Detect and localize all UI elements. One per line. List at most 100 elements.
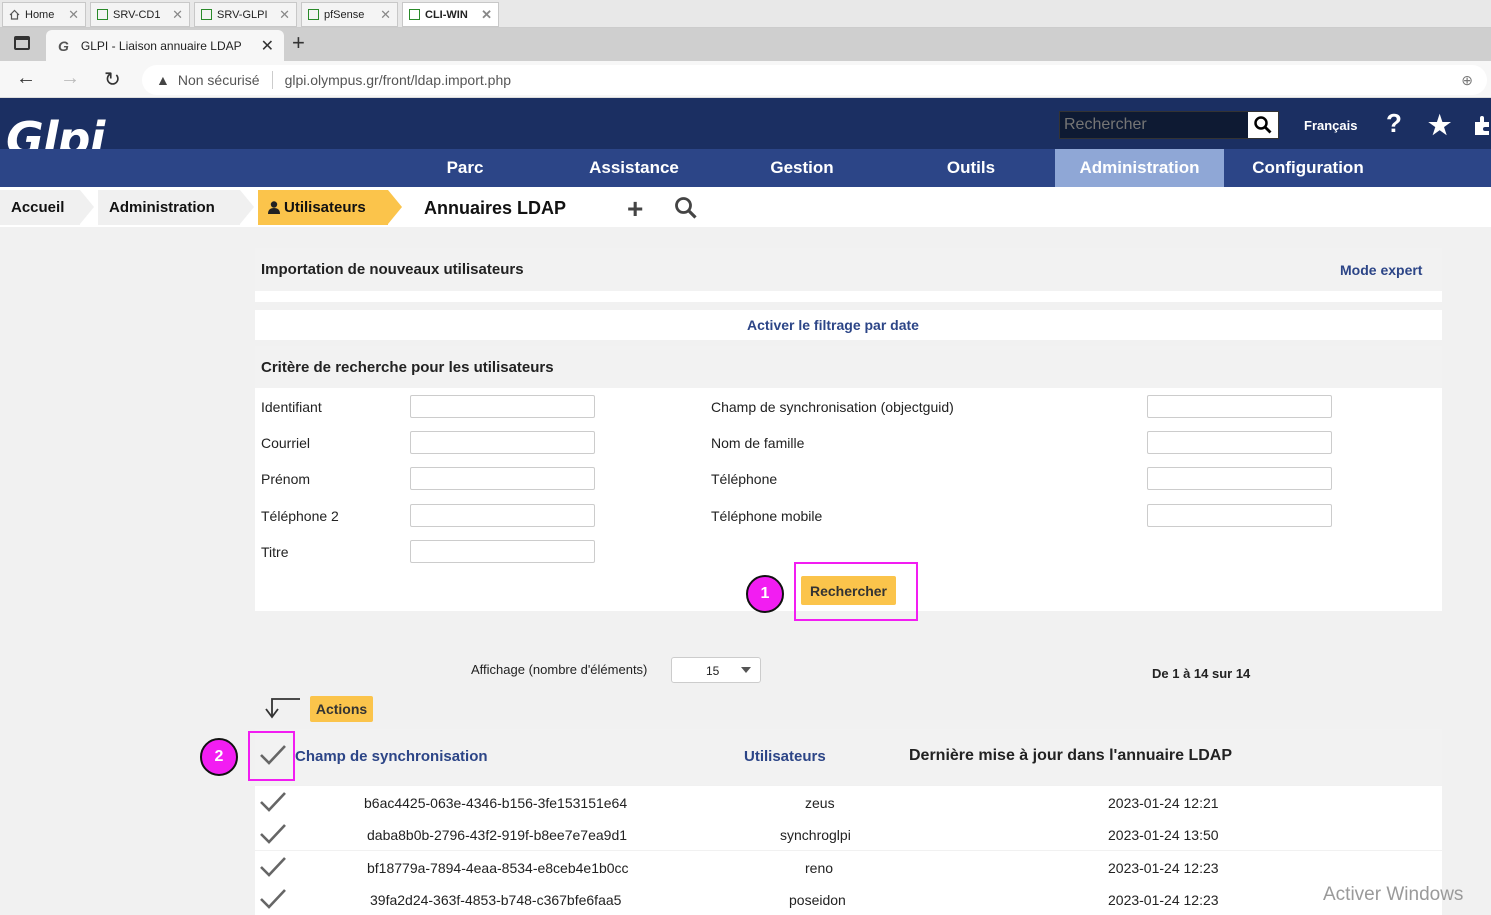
global-search	[1059, 111, 1279, 139]
menu-configuration[interactable]: Configuration	[1230, 149, 1386, 187]
row-checkbox[interactable]	[258, 855, 288, 882]
menu-gestion[interactable]: Gestion	[732, 149, 872, 187]
vm-tab-bar: Home ✕ SRV-CD1 ✕ SRV-GLPI ✕ pfSense ✕ CLI-WI…	[0, 0, 1491, 28]
row-checkbox[interactable]	[258, 887, 288, 914]
row-checkbox[interactable]	[258, 790, 288, 817]
close-icon[interactable]: ✕	[172, 7, 183, 23]
divider	[271, 71, 273, 89]
sync-value: 39fa2d24-363f-4853-b748-c367bfe6faa5	[370, 892, 622, 908]
breadcrumb-utilisateurs[interactable]: Utilisateurs	[258, 190, 388, 225]
date-value: 2023-01-24 12:21	[1108, 795, 1219, 811]
vm-tab-label: CLI-WIN	[425, 8, 468, 21]
menu-outils[interactable]: Outils	[902, 149, 1040, 187]
user-value: zeus	[805, 795, 835, 811]
back-icon[interactable]: ←	[16, 67, 36, 90]
actions-button[interactable]: Actions	[310, 696, 373, 722]
chevron-down-icon	[741, 667, 751, 673]
step-marker-2: 2	[200, 738, 238, 776]
reload-icon[interactable]: ↻	[104, 67, 121, 92]
menu-assistance[interactable]: Assistance	[565, 149, 703, 187]
field-label-telephone2: Téléphone 2	[261, 508, 339, 524]
field-label-identifiant: Identifiant	[261, 399, 322, 415]
highlight-box	[794, 562, 918, 621]
identifiant-input[interactable]	[410, 395, 595, 418]
vm-tab-srv-cd1[interactable]: SRV-CD1 ✕	[90, 2, 190, 27]
field-label-telephone: Téléphone	[711, 471, 778, 487]
date-value: 2023-01-24 13:50	[1108, 827, 1219, 843]
pagination-range: De 1 à 14 sur 14	[1152, 666, 1251, 681]
search-input[interactable]	[1060, 112, 1248, 138]
add-icon[interactable]: +	[627, 193, 643, 225]
close-icon[interactable]: ✕	[380, 7, 391, 23]
courriel-input[interactable]	[410, 431, 595, 454]
telephone2-input[interactable]	[410, 504, 595, 527]
per-page-select[interactable]: 15	[671, 657, 761, 683]
browser-tab[interactable]: G GLPI - Liaison annuaire LDAP ✕	[46, 30, 284, 61]
highlight-box	[248, 731, 295, 781]
menu-administration[interactable]: Administration	[1055, 149, 1224, 187]
window-menu-icon[interactable]	[14, 36, 30, 50]
url-field[interactable]: ▲ Non sécurisé glpi.olympus.gr/front/lda…	[142, 65, 1487, 95]
field-label-nom: Nom de famille	[711, 435, 805, 451]
mode-expert-link[interactable]: Mode expert	[1340, 262, 1422, 278]
vm-tab-label: pfSense	[324, 8, 365, 21]
date-value: 2023-01-24 12:23	[1108, 892, 1219, 908]
menu-parc[interactable]: Parc	[395, 149, 535, 187]
star-icon[interactable]: ★	[1428, 110, 1451, 141]
help-icon[interactable]: ?	[1386, 108, 1402, 139]
per-page-value: 15	[706, 664, 720, 678]
vm-icon	[409, 9, 420, 20]
field-label-sync: Champ de synchronisation (objectguid)	[711, 399, 954, 415]
search-button[interactable]	[1248, 112, 1278, 138]
vm-icon	[308, 9, 319, 20]
close-icon[interactable]: ✕	[68, 7, 79, 23]
telephone-input[interactable]	[1147, 467, 1332, 490]
url-text: glpi.olympus.gr/front/ldap.import.php	[284, 72, 512, 88]
titre-input[interactable]	[410, 540, 595, 563]
breadcrumb-separator	[240, 190, 254, 224]
breadcrumb-accueil[interactable]: Accueil	[0, 190, 80, 225]
vm-tab-label: SRV-GLPI	[217, 8, 268, 21]
zoom-icon[interactable]: ⊕	[1461, 72, 1473, 89]
page-title: Annuaires LDAP	[424, 198, 567, 218]
vm-tab-label: SRV-CD1	[113, 8, 161, 21]
vm-tab-home[interactable]: Home ✕	[2, 2, 86, 27]
step-marker-1: 1	[746, 575, 784, 613]
sync-value: bf18779a-7894-4eaa-8534-e8ceb4e1b0cc	[367, 860, 629, 876]
language-selector[interactable]: Français	[1304, 118, 1357, 133]
warning-icon: ▲	[156, 72, 170, 88]
home-icon	[9, 9, 20, 20]
search-icon[interactable]	[674, 196, 698, 223]
vm-tab-label: Home	[25, 8, 55, 21]
display-count-label: Affichage (nombre d'éléments)	[471, 662, 648, 677]
mobile-input[interactable]	[1147, 504, 1332, 527]
date-filter-link[interactable]: Activer le filtrage par date	[747, 317, 919, 333]
sync-value: b6ac4425-063e-4346-b156-3fe153151e64	[364, 795, 628, 811]
close-icon[interactable]: ✕	[481, 7, 492, 23]
column-header-sync[interactable]: Champ de synchronisation	[295, 748, 488, 765]
field-label-courriel: Courriel	[261, 435, 311, 451]
column-header-users[interactable]: Utilisateurs	[744, 748, 826, 765]
row-checkbox[interactable]	[258, 822, 288, 849]
vm-tab-pfsense[interactable]: pfSense ✕	[301, 2, 398, 27]
forward-icon[interactable]: →	[60, 67, 80, 90]
search-icon	[1254, 116, 1272, 134]
user-value: synchroglpi	[780, 827, 851, 843]
user-value: reno	[805, 860, 834, 876]
vm-tab-srv-glpi[interactable]: SRV-GLPI ✕	[194, 2, 297, 27]
plugin-icon[interactable]	[1473, 112, 1491, 143]
prenom-input[interactable]	[410, 467, 595, 490]
criteria-title: Critère de recherche pour les utilisateu…	[255, 346, 1442, 388]
new-tab-icon[interactable]: +	[292, 30, 305, 56]
breadcrumb-label: Utilisateurs	[284, 199, 366, 216]
breadcrumb-administration[interactable]: Administration	[98, 190, 240, 225]
vm-tab-cli-win[interactable]: CLI-WIN ✕	[402, 2, 499, 27]
sync-value: daba8b0b-2796-43f2-919f-b8ee7e7ea9d1	[367, 827, 628, 843]
breadcrumb-separator	[80, 190, 94, 224]
close-icon[interactable]: ✕	[279, 7, 290, 23]
vm-icon	[201, 9, 212, 20]
nom-input[interactable]	[1147, 431, 1332, 454]
close-tab-icon[interactable]: ✕	[261, 36, 274, 56]
user-value: poseidon	[789, 892, 846, 908]
sync-input[interactable]	[1147, 395, 1332, 418]
